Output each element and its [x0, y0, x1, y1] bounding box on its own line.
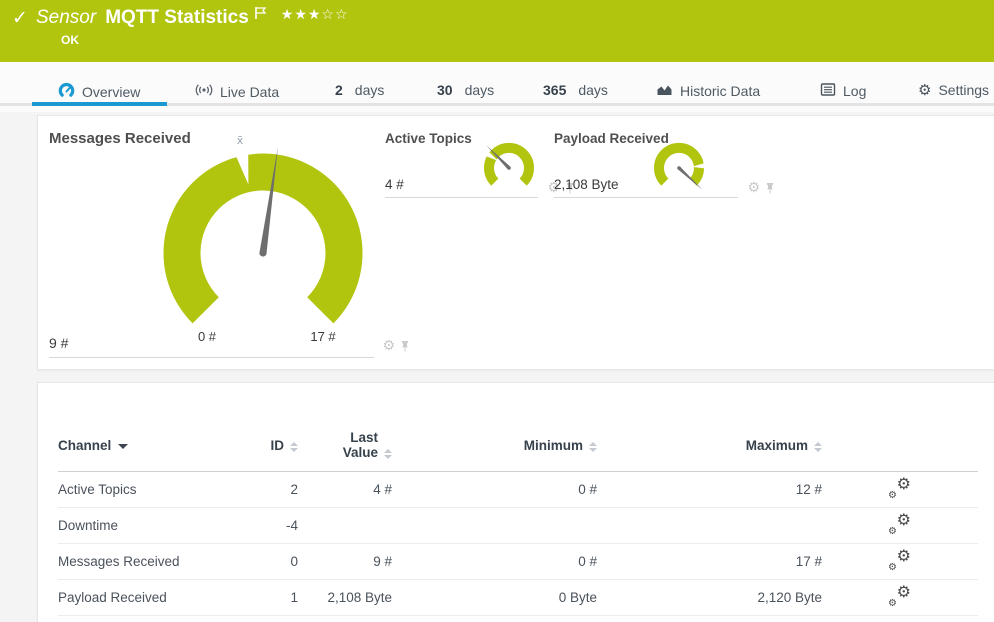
channel-settings-icon[interactable]: ⚙ ⚙ [888, 582, 912, 609]
gauge-title-active-topics: Active Topics [385, 131, 472, 146]
gauge-actions: ⚙ [747, 181, 775, 195]
tab-number: 2 [335, 82, 343, 98]
sort-icon [589, 441, 597, 452]
channel-settings-icon[interactable]: ⚙ ⚙ [888, 510, 912, 537]
channel-minimum [392, 507, 597, 544]
tab-30-days[interactable]: 30 days [437, 82, 494, 98]
sensor-title-row: Sensor MQTT Statistics ★★★☆☆ [36, 5, 349, 31]
channel-id: 0 [259, 543, 298, 580]
table-row[interactable]: Messages Received 0 9 # 0 # 17 # ⚙ ⚙ [58, 543, 978, 580]
pin-icon[interactable] [765, 182, 775, 195]
tab-365-days[interactable]: 365 days [543, 82, 608, 98]
tab-label: days [578, 82, 608, 98]
table-row[interactable]: Payload Received 1 2,108 Byte 0 Byte 2,1… [58, 579, 978, 616]
priority-stars[interactable]: ★★★☆☆ [281, 7, 349, 23]
tab-log[interactable]: Log [820, 82, 866, 100]
gauge-divider [554, 197, 738, 198]
status-ok-check-icon: ✓ [12, 8, 28, 29]
channels-panel: Channel ID Last Value Minimum Maximum Ac… [37, 382, 994, 622]
channel-name[interactable]: Messages Received [58, 543, 259, 580]
gear-icon[interactable]: ⚙ [747, 181, 760, 195]
sort-icon [384, 449, 392, 459]
table-header-row: Channel ID Last Value Minimum Maximum [58, 419, 978, 472]
tab-label: Settings [938, 82, 990, 98]
tab-label: Live Data [220, 83, 280, 100]
channel-table: Channel ID Last Value Minimum Maximum Ac… [58, 419, 978, 616]
payload-received-value: 2,108 Byte [554, 177, 619, 192]
page-title: MQTT Statistics [105, 7, 249, 28]
tab-label: Log [843, 83, 867, 99]
column-header-actions [822, 419, 978, 472]
channel-name[interactable]: Payload Received [58, 579, 259, 616]
tab-label: Historic Data [680, 83, 761, 99]
gauge-icon [58, 82, 75, 102]
sensor-type-label: Sensor [36, 7, 97, 28]
status-badge: OK [61, 33, 79, 47]
gauge-max-label: 17 # [310, 329, 336, 344]
tab-live-data[interactable]: Live Data [195, 82, 279, 101]
sort-icon [290, 441, 298, 452]
tab-label: days [464, 82, 495, 98]
tab-2-days[interactable]: 2 days [335, 82, 384, 98]
tab-label: days [354, 82, 385, 98]
channel-maximum: 12 # [597, 471, 822, 508]
tab-historic-data[interactable]: Historic Data [656, 82, 760, 100]
payload-received-gauge [654, 142, 706, 190]
column-header-id[interactable]: ID [259, 419, 298, 472]
gauge-actions: ⚙ [382, 339, 410, 353]
channel-minimum: 0 # [392, 543, 597, 580]
channel-last-value: 4 # [298, 471, 392, 508]
sensor-header: ✓ Sensor MQTT Statistics ★★★☆☆ OK [0, 0, 994, 62]
messages-received-gauge: x̄ 0 # 17 # [163, 134, 363, 344]
column-header-minimum[interactable]: Minimum [392, 419, 597, 472]
channel-id: 1 [259, 579, 298, 616]
column-header-channel[interactable]: Channel [58, 419, 259, 472]
chevron-down-icon [118, 443, 129, 449]
area-chart-icon [656, 82, 673, 100]
gauges-panel: Messages Received x̄ 0 # 17 # 9 # ⚙ Acti… [37, 115, 994, 370]
channel-last-value: 9 # [298, 543, 392, 580]
column-header-last-value[interactable]: Last Value [298, 419, 392, 472]
channel-maximum: 17 # [597, 543, 822, 580]
messages-received-value: 9 # [49, 335, 69, 351]
tab-settings[interactable]: ⚙ Settings [918, 82, 989, 98]
active-topics-gauge [484, 142, 534, 186]
gear-icon: ⚙ [918, 81, 932, 99]
channel-settings-icon[interactable]: ⚙ ⚙ [888, 474, 912, 501]
channel-maximum [597, 507, 822, 544]
sort-icon [814, 441, 822, 452]
channel-name[interactable]: Downtime [58, 507, 259, 544]
pin-icon[interactable] [400, 340, 410, 353]
channel-last-value [298, 507, 392, 544]
column-header-maximum[interactable]: Maximum [597, 419, 822, 472]
gauge-divider [385, 197, 538, 198]
average-marker-label: x̄ [237, 134, 244, 147]
channel-maximum: 2,120 Byte [597, 579, 822, 616]
tab-label: Overview [82, 84, 141, 100]
tab-bar: Overview Live Data 2 days 30 days 365 da… [0, 62, 994, 112]
active-topics-value: 4 # [385, 177, 404, 192]
broadcast-icon [195, 82, 213, 101]
tab-number: 365 [543, 82, 567, 98]
channel-id: -4 [259, 507, 298, 544]
channel-settings-icon[interactable]: ⚙ ⚙ [888, 546, 912, 573]
active-tab-underline [32, 102, 167, 106]
channel-name[interactable]: Active Topics [58, 471, 259, 508]
priority-flag-icon[interactable] [254, 6, 267, 25]
table-row[interactable]: Downtime -4 ⚙ ⚙ [58, 507, 978, 544]
gauge-min-label: 0 # [198, 329, 217, 344]
gauge-divider [49, 357, 374, 358]
tab-number: 30 [437, 82, 453, 98]
channel-last-value: 2,108 Byte [298, 579, 392, 616]
log-list-icon [820, 82, 836, 100]
channel-minimum: 0 # [392, 471, 597, 508]
channel-minimum: 0 Byte [392, 579, 597, 616]
table-row[interactable]: Active Topics 2 4 # 0 # 12 # ⚙ ⚙ [58, 471, 978, 508]
prtg-sensor-page: ✓ Sensor MQTT Statistics ★★★☆☆ OK Overvi… [0, 0, 994, 622]
tab-overview[interactable]: Overview [58, 82, 140, 102]
channel-id: 2 [259, 471, 298, 508]
gear-icon[interactable]: ⚙ [382, 339, 395, 353]
